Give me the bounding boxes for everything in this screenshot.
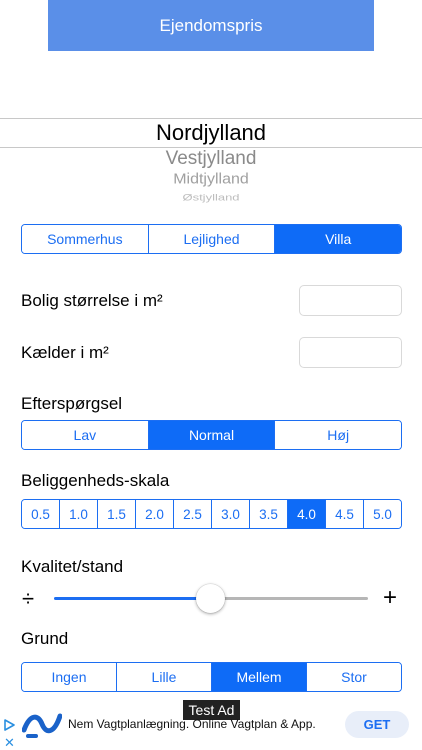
ad-text[interactable]: Nem Vagtplanlægning. Online Vagtplan & A… xyxy=(68,717,316,731)
region-picker[interactable]: Nordjylland Vestjylland Midtjylland Østj… xyxy=(0,118,422,204)
plot-segmented-control[interactable]: Ingen Lille Mellem Stor xyxy=(21,662,402,692)
size-label: Bolig størrelse i m² xyxy=(21,291,163,310)
segment-scale-1-0[interactable]: 1.0 xyxy=(59,500,97,528)
ad-get-button[interactable]: GET xyxy=(345,711,409,738)
location-scale-label: Beliggenheds-skala xyxy=(21,471,170,490)
plus-icon: + xyxy=(383,584,398,611)
segment-lejlighed[interactable]: Lejlighed xyxy=(147,225,275,253)
demand-segmented-control[interactable]: Lav Normal Høj xyxy=(21,420,402,450)
basement-input[interactable] xyxy=(299,337,402,368)
basement-label: Kælder i m² xyxy=(21,343,109,362)
segment-stor[interactable]: Stor xyxy=(306,663,401,691)
property-type-segmented-control[interactable]: Sommerhus Lejlighed Villa xyxy=(21,224,402,254)
location-scale-segmented-control[interactable]: 0.5 1.0 1.5 2.0 2.5 3.0 3.5 4.0 4.5 5.0 xyxy=(21,499,402,529)
segment-scale-4-0[interactable]: 4.0 xyxy=(287,500,325,528)
segment-scale-2-5[interactable]: 2.5 xyxy=(173,500,211,528)
segment-mellem[interactable]: Mellem xyxy=(211,663,306,691)
size-input[interactable] xyxy=(299,285,402,316)
segment-scale-2-0[interactable]: 2.0 xyxy=(135,500,173,528)
picker-option-selected[interactable]: Nordjylland xyxy=(0,120,422,146)
page-title: Ejendomspris xyxy=(159,15,263,35)
picker-option[interactable]: Østjylland xyxy=(0,192,422,203)
slider-track-empty[interactable] xyxy=(211,597,368,600)
close-icon[interactable]: ✕ xyxy=(4,735,15,750)
picker-option[interactable]: Vestjylland xyxy=(0,148,422,170)
segment-scale-1-5[interactable]: 1.5 xyxy=(97,500,135,528)
plot-label: Grund xyxy=(21,629,69,648)
quality-label: Kvalitet/stand xyxy=(21,557,124,576)
picker-selection-line-top xyxy=(0,118,422,119)
segment-ingen[interactable]: Ingen xyxy=(22,663,116,691)
segment-scale-4-5[interactable]: 4.5 xyxy=(325,500,363,528)
segment-hoj[interactable]: Høj xyxy=(274,421,401,449)
segment-normal[interactable]: Normal xyxy=(147,421,275,449)
segment-scale-5-0[interactable]: 5.0 xyxy=(363,500,401,528)
segment-lav[interactable]: Lav xyxy=(22,421,148,449)
title-bar[interactable]: Ejendomspris xyxy=(48,0,374,51)
segment-sommerhus[interactable]: Sommerhus xyxy=(22,225,148,253)
segment-lille[interactable]: Lille xyxy=(116,663,211,691)
minus-icon: ÷ xyxy=(22,586,35,611)
segment-scale-3-0[interactable]: 3.0 xyxy=(211,500,249,528)
segment-scale-3-5[interactable]: 3.5 xyxy=(249,500,287,528)
demand-label: Efterspørgsel xyxy=(21,394,123,413)
ad-choices-icon[interactable] xyxy=(4,719,15,731)
slider-track-filled[interactable] xyxy=(54,597,211,600)
segment-scale-0-5[interactable]: 0.5 xyxy=(22,500,59,528)
picker-option[interactable]: Midtjylland xyxy=(0,172,422,188)
segment-villa[interactable]: Villa xyxy=(274,225,401,253)
quality-slider-thumb[interactable] xyxy=(196,584,225,613)
advertiser-logo-icon[interactable] xyxy=(22,710,62,740)
